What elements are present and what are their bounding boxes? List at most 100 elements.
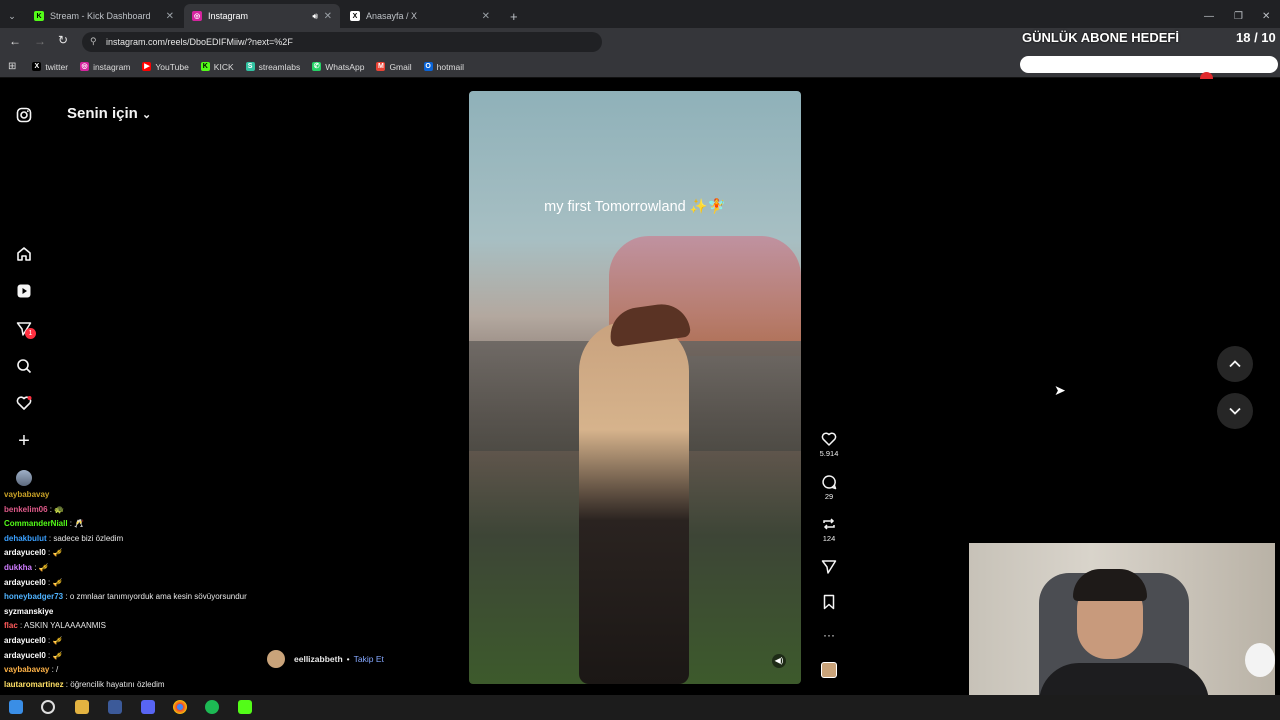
chat-username[interactable]: ardayucel0 [4,548,46,557]
bookmark-hotmail[interactable]: Ohotmail [423,62,464,72]
more-options-icon[interactable]: ··· [812,628,846,642]
chat-message: syzmanskiye [0,605,300,620]
chrome-icon[interactable] [173,700,187,714]
instagram-icon: ◎ [192,11,202,21]
tab-label: Stream - Kick Dashboard [50,11,151,21]
follow-button[interactable]: Takip Et [354,654,384,664]
apps-grid-icon[interactable]: ⊞ [8,61,16,72]
chat-username[interactable]: ardayucel0 [4,578,46,587]
repost-count: 124 [822,534,836,543]
bookmark-kick[interactable]: K KICK [200,62,234,72]
close-window-button[interactable]: ✕ [1254,4,1278,28]
create-icon[interactable]: + [14,430,34,452]
search-icon[interactable] [14,356,34,376]
chat-message: flac : ASKIN YALAAAANMIS [0,619,300,634]
bookmark-youtube[interactable]: ▶ YouTube [142,62,189,72]
chat-message: ardayucel0 : 🎺 [0,634,300,649]
outlook-icon: O [423,62,433,71]
reload-icon[interactable]: ↻ [58,33,68,47]
restore-button[interactable]: ❐ [1226,4,1251,28]
chat-message: ardayucel0 : 🎺 [0,546,300,561]
kick-app-icon[interactable] [238,700,252,714]
chat-username[interactable]: syzmanskiye [4,607,53,616]
app-icon[interactable] [108,700,122,714]
streamer-hair [1073,569,1147,601]
x-icon: X [32,62,42,71]
bookmark-gmail[interactable]: M Gmail [376,62,412,72]
instagram-icon: ◎ [80,62,90,71]
chat-message: vaybabavay [0,488,300,503]
home-icon[interactable] [14,244,34,264]
windows-taskbar [0,695,1280,720]
gmail-icon: M [376,62,386,71]
minimize-button[interactable]: — [1196,4,1222,28]
chat-text: öğrencilik hayatını özledim [70,679,165,689]
profile-avatar[interactable] [14,468,34,488]
feed-title[interactable]: Senin için ⌄ [67,105,151,122]
chat-username[interactable]: vaybabavay [4,665,49,674]
chat-username[interactable]: dehakbulut [4,534,47,543]
comment-button[interactable]: 29 [812,474,846,501]
back-icon[interactable]: ← [9,34,21,48]
chat-text: ASKIN YALAAAANMIS [24,621,106,631]
chat-text: 🥂 [74,519,85,529]
discord-icon[interactable] [141,700,155,714]
subscriber-goal-count: 18 / 10 [1236,30,1276,45]
close-tab-icon[interactable]: ✕ [166,11,174,22]
chat-message: dukkha : 🎺 [0,561,300,576]
bookmark-twitter[interactable]: Xtwitter [32,62,68,72]
bookmark-label: WhatsApp [325,61,365,72]
tab-label: Anasayfa / X [366,11,418,21]
chat-username[interactable]: CommanderNiall [4,519,68,528]
taskbar-search-icon[interactable] [41,700,55,714]
bookmark-instagram[interactable]: ◎ instagram [80,62,130,72]
close-tab-icon[interactable]: ✕ [324,11,332,22]
site-info-icon[interactable]: ⚲ [90,36,97,47]
notifications-icon[interactable] [14,393,34,413]
tab-kick-dashboard[interactable]: K Stream - Kick Dashboard ✕ [26,4,182,28]
start-icon[interactable] [9,700,23,714]
chat-username[interactable]: flac [4,621,18,630]
reels-icon[interactable] [14,281,34,301]
chat-username[interactable]: ardayucel0 [4,651,46,660]
comment-icon [822,475,837,490]
mouse-cursor-icon: ➤ [1054,382,1066,398]
chat-message: ardayucel0 : 🎺 [0,649,300,664]
repost-button[interactable]: 124 [812,516,846,543]
send-icon [821,560,837,574]
instagram-logo-icon[interactable] [14,105,34,125]
chat-message: lautaromartinez : öğrencilik hayatını öz… [0,678,300,693]
chat-username[interactable]: lautaromartinez [4,680,64,689]
bookmark-whatsapp[interactable]: ✆ WhatsApp [312,62,364,72]
tab-search-button[interactable]: ⌄ [0,4,24,28]
tab-x[interactable]: X Anasayfa / X ✕ [342,4,498,28]
share-button[interactable] [812,559,846,577]
new-tab-button[interactable]: + [502,4,522,28]
file-explorer-icon[interactable] [75,700,89,714]
next-reel-button[interactable] [1217,393,1253,429]
chat-username[interactable]: vaybabavay [4,490,49,499]
author-username[interactable]: eellizabbeth [294,654,343,664]
save-button[interactable] [812,594,846,612]
chat-username[interactable]: benkelim06 [4,505,48,514]
tab-instagram[interactable]: ◎ Instagram 🔊︎ ✕ [184,4,340,28]
audio-thumbnail[interactable] [812,662,846,678]
chat-message: dehakbulut : sadece bizi özledim [0,532,300,547]
like-count: 5.914 [819,449,839,458]
mute-toggle-icon[interactable]: ◀) [772,654,786,668]
messages-icon[interactable]: 1 [14,319,36,339]
chat-message: honeybadger73 : o zmnlaar tanımıyorduk a… [0,590,300,605]
like-button[interactable]: 5.914 [812,431,846,458]
reel-video[interactable]: ◀) [469,91,801,684]
forward-icon[interactable]: → [34,34,46,48]
bookmark-streamlabs[interactable]: Sstreamlabs [245,62,300,72]
chevron-down-icon [1229,407,1241,415]
chat-username[interactable]: honeybadger73 [4,592,63,601]
address-bar[interactable]: ⚲ instagram.com/reels/DboEDIFMiiw/?next=… [82,32,602,52]
close-tab-icon[interactable]: ✕ [482,11,490,22]
previous-reel-button[interactable] [1217,346,1253,382]
chat-username[interactable]: ardayucel0 [4,636,46,645]
chat-username[interactable]: dukkha [4,563,32,572]
audio-playing-icon[interactable]: 🔊︎ [312,11,318,22]
spotify-icon[interactable] [205,700,219,714]
